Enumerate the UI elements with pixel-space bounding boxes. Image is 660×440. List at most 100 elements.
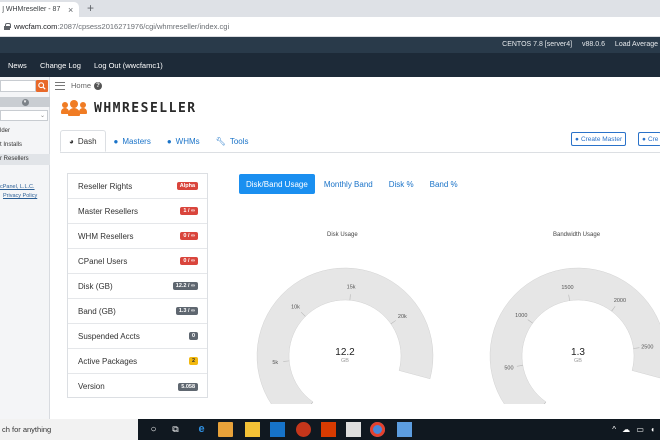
list-item: Master Resellers 1 / ∞ bbox=[68, 199, 207, 224]
task-view-icon[interactable]: ⧉ bbox=[168, 422, 183, 437]
sidebar-item-resellers[interactable]: r Resellers bbox=[0, 154, 50, 165]
menu-icon[interactable] bbox=[55, 81, 65, 90]
new-tab-icon[interactable]: + bbox=[87, 1, 94, 15]
band-gauge-tick-label: 2000 bbox=[614, 298, 626, 304]
main-tabs: ◕ Dash ● Masters ● WHMs 🔧︎ Tools bbox=[60, 130, 257, 152]
create-whm-button[interactable]: ● Cre bbox=[638, 132, 660, 146]
address-bar[interactable]: wwcfam.com:2087/cpsess2016271976/cgi/whm… bbox=[0, 17, 660, 37]
create-master-button[interactable]: ● Create Master bbox=[571, 132, 627, 146]
list-item: CPanel Users 0 / ∞ bbox=[68, 249, 207, 274]
stat-label: Master Resellers bbox=[78, 206, 139, 216]
browser-tab-title: ] WHMreseller - 87 bbox=[2, 6, 61, 13]
subtab-disk-percent[interactable]: Disk % bbox=[382, 174, 421, 194]
app-icon[interactable] bbox=[296, 422, 311, 437]
logo-text: WHMRESELLER bbox=[94, 100, 197, 116]
list-item: WHM Resellers 0 / ∞ bbox=[68, 224, 207, 249]
nav-logout[interactable]: Log Out (wwcfamc1) bbox=[94, 61, 163, 70]
nav-change-log[interactable]: Change Log bbox=[40, 61, 81, 70]
disk-gauge-value: 12.2 GB bbox=[315, 347, 375, 364]
tab-whms[interactable]: ● WHMs bbox=[159, 130, 208, 152]
user-icon: ● bbox=[642, 135, 646, 143]
notepad-icon[interactable] bbox=[397, 422, 412, 437]
breadcrumb: Home ? bbox=[50, 77, 660, 94]
search-icon bbox=[38, 82, 46, 90]
subtab-band-percent[interactable]: Band % bbox=[423, 174, 465, 194]
nav-news[interactable]: News bbox=[8, 61, 27, 70]
tab-masters[interactable]: ● Masters bbox=[106, 130, 159, 152]
create-master-label: Create Master bbox=[580, 135, 623, 143]
sidebar-search-button[interactable] bbox=[36, 80, 48, 92]
sidebar-item-folder[interactable]: lder bbox=[0, 128, 10, 134]
user-icon: ● bbox=[575, 135, 579, 143]
server-os: CENTOS 7.8 [server4] bbox=[502, 41, 573, 48]
band-gauge-tick-label: 1500 bbox=[561, 285, 573, 291]
tab-masters-label: Masters bbox=[122, 136, 151, 146]
disk-value: 12.2 bbox=[335, 347, 355, 358]
load-average[interactable]: Load Average bbox=[615, 41, 658, 48]
server-version: v88.0.6 bbox=[582, 41, 605, 48]
help-icon[interactable]: ? bbox=[94, 81, 103, 90]
office-icon[interactable] bbox=[321, 422, 336, 437]
sidebar-filter-select[interactable]: ⌄ bbox=[0, 110, 48, 121]
list-item: Version 5.058 bbox=[68, 374, 207, 399]
sidebar-item-installs[interactable]: t Installs bbox=[0, 142, 22, 148]
list-item: Suspended Accts 0 bbox=[68, 324, 207, 349]
band-gauge-tick-label: 500 bbox=[504, 366, 513, 372]
band-gauge-tick-label: 1000 bbox=[515, 313, 527, 319]
stat-label: WHM Resellers bbox=[78, 231, 134, 241]
band-gauge-title: Bandwidth Usage bbox=[553, 232, 601, 238]
stat-badge: Alpha bbox=[176, 182, 198, 190]
tab-tools[interactable]: 🔧︎ Tools bbox=[208, 130, 257, 152]
edge-icon[interactable]: e bbox=[194, 422, 209, 437]
band-gauge-band bbox=[489, 267, 660, 404]
stat-label: Disk (GB) bbox=[78, 281, 113, 291]
create-whm-label: Cre bbox=[647, 135, 659, 143]
tab-dash[interactable]: ◕ Dash bbox=[60, 130, 106, 152]
tab-tools-label: Tools bbox=[229, 136, 249, 146]
mail-icon[interactable] bbox=[270, 422, 285, 437]
sidebar-collapse-toggle[interactable]: ▾ bbox=[0, 97, 50, 107]
disk-unit: GB bbox=[341, 358, 349, 364]
taskbar-search-input[interactable]: ch for anything bbox=[0, 419, 138, 440]
stat-label: Suspended Accts bbox=[78, 331, 140, 341]
main-content: WHMRESELLER ◕ Dash ● Masters ● WHMs 🔧︎ T… bbox=[50, 94, 660, 419]
cortana-icon[interactable]: ○ bbox=[146, 422, 161, 437]
lock-icon bbox=[4, 23, 11, 30]
subtab-monthly-band[interactable]: Monthly Band bbox=[317, 174, 380, 194]
user-icon: ● bbox=[113, 136, 119, 146]
footer-company-link[interactable]: cPanel, L.L.C. bbox=[0, 184, 35, 190]
close-icon[interactable]: × bbox=[68, 5, 73, 15]
stat-badge: 1 / ∞ bbox=[180, 207, 198, 215]
disk-gauge-tick-label: 15k bbox=[347, 284, 356, 290]
system-tray[interactable]: ^ ☁ ▭ ◖ bbox=[612, 425, 657, 434]
calculator-icon[interactable] bbox=[346, 422, 361, 437]
stat-badge: 0 bbox=[188, 332, 198, 340]
list-item: Disk (GB) 12.2 / ∞ bbox=[68, 274, 207, 299]
stat-badge: 12.2 / ∞ bbox=[172, 282, 198, 290]
stat-badge: 1.3 / ∞ bbox=[175, 307, 198, 315]
breadcrumb-home[interactable]: Home bbox=[71, 81, 91, 90]
stat-label: Active Packages bbox=[78, 356, 138, 366]
stats-list: Reseller Rights Alpha Master Resellers 1 /… bbox=[67, 173, 208, 398]
tab-whms-label: WHMs bbox=[175, 136, 200, 146]
sidebar-search-input[interactable] bbox=[0, 80, 36, 92]
store-icon[interactable] bbox=[218, 422, 233, 437]
disk-gauge-tick-label: 5k bbox=[272, 360, 278, 366]
user-icon: ● bbox=[166, 136, 172, 146]
tabs-divider bbox=[60, 152, 660, 153]
windows-taskbar: ch for anything ○ ⧉ e ^ ☁ ▭ ◖ bbox=[0, 419, 660, 440]
file-explorer-icon[interactable] bbox=[245, 422, 260, 437]
band-value: 1.3 bbox=[571, 347, 585, 358]
dashboard-icon: ◕ bbox=[69, 136, 74, 146]
band-unit: GB bbox=[574, 358, 582, 364]
disk-gauge-tick-label: 20k bbox=[398, 314, 407, 320]
list-item: Active Packages 2 bbox=[68, 349, 207, 374]
disk-gauge-title: Disk Usage bbox=[327, 232, 358, 238]
url-path: :2087/cpsess2016271976/cgi/whmreseller/i… bbox=[57, 22, 230, 31]
wrench-icon: 🔧︎ bbox=[215, 136, 226, 146]
url-text[interactable]: wwcfam.com:2087/cpsess2016271976/cgi/whm… bbox=[14, 22, 229, 31]
subtab-disk-band-usage[interactable]: Disk/Band Usage bbox=[239, 174, 315, 194]
footer-privacy-link[interactable]: Privacy Policy bbox=[3, 193, 37, 199]
browser-tab[interactable]: ] WHMreseller - 87 × bbox=[0, 2, 79, 17]
chrome-icon[interactable] bbox=[370, 422, 385, 437]
